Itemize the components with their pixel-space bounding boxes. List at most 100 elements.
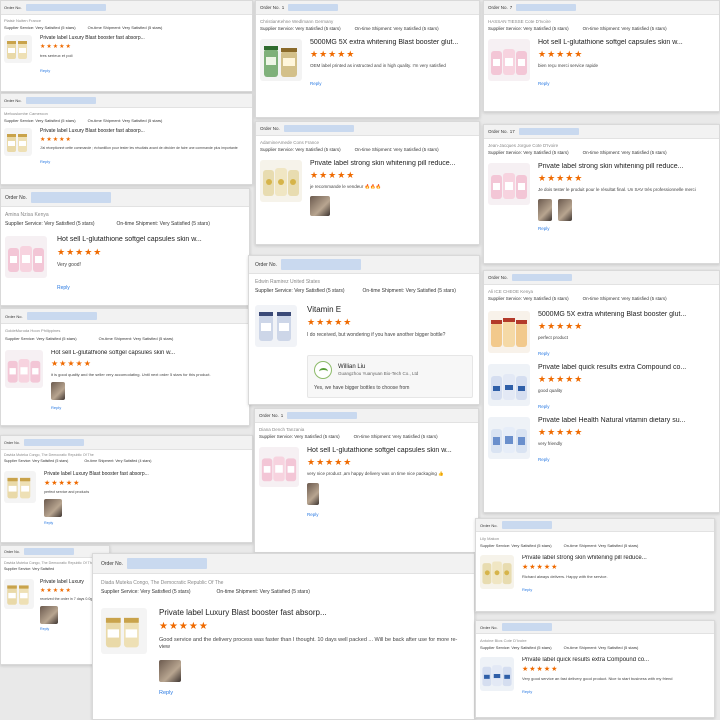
product-image[interactable] [4,471,36,503]
shipment-rating: Very Satisfied [405,288,437,294]
review-comment: Richard always delivers. Happy with the … [522,574,608,579]
product-image[interactable] [480,555,514,589]
review-photo[interactable] [159,659,181,682]
reply-link[interactable]: Reply [40,159,249,164]
product-title[interactable]: Hot sell L-glutathione softgel capsules … [307,447,474,454]
product-image[interactable] [255,305,297,347]
product-title[interactable]: Hot sell L-glutathione softgel capsules … [51,350,245,356]
order-number-mask [126,557,207,570]
product-title[interactable]: Private label Luxury Blast booster fast … [40,128,249,134]
product-title[interactable]: Private label Luxury Blast booster fast … [40,35,249,41]
product-image[interactable] [488,163,530,205]
supplier-label: Supplier Service: [5,221,43,227]
shipment-stars-text: (5 stars) [421,434,438,439]
product-row: 5000MG 5X extra whitening Blast booster … [484,303,719,358]
product-image[interactable] [488,417,530,460]
product-image[interactable] [488,364,530,407]
reply-link[interactable]: Reply [255,512,478,517]
order-number-mask [501,521,552,529]
reply-link[interactable]: Reply [310,81,475,86]
order-bar: Order No. 1 [256,1,479,15]
reply-link[interactable]: Reply [522,689,710,694]
product-row: Private label Luxury Blast booster fast … [93,598,474,706]
product-title[interactable]: 5000MG 5X extra whitening Blast booster … [310,39,475,46]
reply-link[interactable]: Reply [538,457,715,462]
product-title[interactable]: Private label strong skin whitening pill… [522,555,710,561]
product-title[interactable]: Private label quick results extra Compou… [538,364,715,371]
product-title[interactable]: 5000MG 5X extra whitening Blast booster … [538,311,715,318]
shipment-label: On-time Shipment: [84,459,115,463]
product-image[interactable] [101,608,147,654]
supplier-label: Supplier Service: [255,288,293,294]
order-bar: Order No. 17 [484,125,719,139]
reply-link[interactable]: Reply [159,690,466,696]
reply-link[interactable]: Reply [57,285,245,291]
product-image[interactable] [259,447,299,487]
reply-link[interactable]: Reply [44,521,249,525]
product-title[interactable]: Private label strong skin whitening pill… [538,163,715,170]
product-image[interactable] [4,579,34,609]
shipment-rating: Very Satisfied [621,26,649,31]
review-comment: Very good service an fast delivery good … [522,676,673,681]
star-rating-icon: ★★★★★ [522,666,559,673]
product-row: Hot sell L-glutathione softgel capsules … [484,33,719,92]
product-title[interactable]: Private label strong skin whitening pill… [310,160,475,167]
review-photo[interactable] [310,196,330,217]
shipment-rating: Very Satisfied [598,645,623,650]
supplier-stars-text: (5 stars) [536,543,552,548]
product-row: Private label quick results extra Compou… [484,358,719,411]
product-row: Private label strong skin whitening pill… [484,157,719,237]
seller-reply-text: Yes, we have bigger bottles to choose fr… [314,385,410,391]
review-photo[interactable] [558,199,573,222]
product-title[interactable]: Private label Luxury Blast booster fast … [44,471,249,477]
supplier-label: Supplier Service: [488,296,523,301]
product-row: Private label strong skin whitening pill… [476,550,714,597]
shipment-label: On-time Shipment: [563,645,597,650]
review-card-11: Order No. 1 Diana Dench Tanzania Supplie… [254,408,479,553]
supplier-label: Supplier Service: [4,25,35,30]
buyer-name: Lily Makon [480,536,500,541]
order-bar: Order No. [1,189,249,207]
review-photo[interactable] [538,199,552,222]
review-comment: je recommande le vendeur 🔥🔥🔥 [310,184,382,189]
reply-link[interactable]: Reply [538,351,715,356]
review-photo[interactable] [307,483,319,506]
order-bar: Order No. [249,256,479,274]
reply-link[interactable]: Reply [538,81,715,86]
shipment-label: On-time Shipment: [216,589,259,595]
product-image[interactable] [5,350,43,388]
reply-link[interactable]: Reply [522,587,710,592]
product-title[interactable]: Vitamin E [307,305,473,314]
review-photo[interactable] [51,382,65,401]
review-photo[interactable] [44,498,62,517]
product-title[interactable]: Private label quick results extra Compou… [522,657,710,663]
product-image[interactable] [488,311,530,353]
reply-link[interactable]: Reply [538,404,715,409]
product-image[interactable] [488,39,530,81]
star-rating-icon: ★★★★★ [44,480,81,487]
supplier-rating: Very Satisfied [523,26,551,31]
reply-link[interactable]: Reply [538,226,715,231]
shipment-rating: Very Satisfied [133,336,158,341]
product-image[interactable] [260,39,302,81]
star-rating-icon: ★★★★★ [51,359,92,368]
product-image[interactable] [5,236,47,278]
review-photo[interactable] [40,605,58,624]
product-title[interactable]: Private label Health Natural vitamin die… [538,417,715,424]
order-label: Order No. [259,413,279,418]
product-image[interactable] [260,160,302,202]
product-title[interactable]: Private label Luxury Blast booster fast … [159,608,466,617]
buyer-name: Antoine Bios Cote D'Ivoire [480,638,527,643]
product-image[interactable] [4,128,32,156]
reply-link[interactable]: Reply [40,68,249,73]
product-image[interactable] [4,35,32,63]
buyer-name: AdamineAmede Cons France [260,140,320,145]
product-title[interactable]: Hot sell L-glutathione softgel capsules … [538,39,715,46]
product-title[interactable]: Hot sell L-glutathione softgel capsules … [57,236,245,243]
buyer-name: Plaisir Nuiten France [4,18,42,23]
product-image[interactable] [480,657,514,691]
supplier-stars-text: (5 stars) [324,147,341,152]
order-number-prefix: 7 [509,5,513,10]
star-rating-icon: ★★★★★ [538,49,584,59]
reply-link[interactable]: Reply [51,405,245,410]
